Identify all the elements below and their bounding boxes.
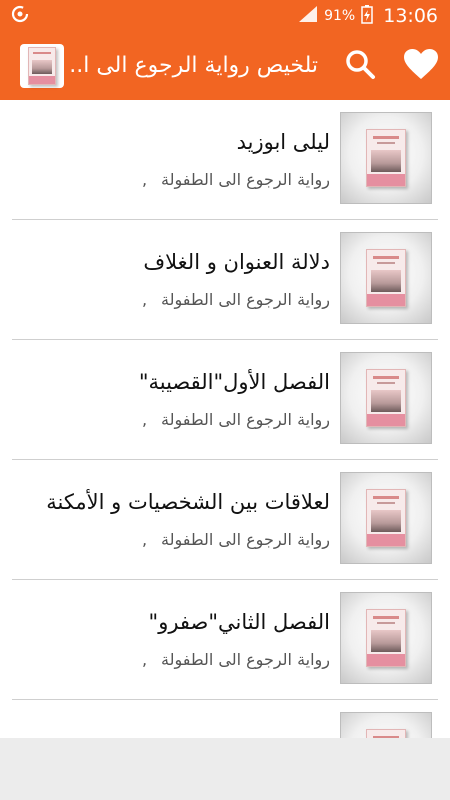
- favorites-button[interactable]: [400, 46, 442, 86]
- item-subtitle: رواية الرجوع الى الطفولة,: [10, 650, 330, 669]
- list-item[interactable]: [0, 700, 450, 738]
- signal-icon: [298, 5, 318, 27]
- list-item[interactable]: الفصل الأول"القصيبة" رواية الرجوع الى ال…: [0, 340, 450, 460]
- bottom-bar: [0, 738, 450, 800]
- sync-icon: [10, 4, 30, 28]
- list-item[interactable]: ليلى ابوزيد رواية الرجوع الى الطفولة,: [0, 100, 450, 220]
- list-item[interactable]: لعلاقات بين الشخصيات و الأمكنة رواية الر…: [0, 460, 450, 580]
- item-separator: ,: [141, 530, 148, 549]
- status-time: 13:06: [383, 5, 438, 27]
- item-subtitle: رواية الرجوع الى الطفولة,: [10, 530, 330, 549]
- heart-icon: [403, 48, 439, 84]
- item-separator: ,: [141, 170, 148, 189]
- item-title: ليلى ابوزيد: [236, 130, 330, 154]
- list-item[interactable]: دلالة العنوان و الغلاف رواية الرجوع الى …: [0, 220, 450, 340]
- book-thumbnail: [340, 232, 432, 324]
- book-thumbnail: [340, 592, 432, 684]
- app-title: تلخيص رواية الرجوع الى ا...: [70, 53, 318, 78]
- battery-charging-icon: [361, 4, 373, 28]
- status-bar: 91% 13:06: [0, 0, 450, 32]
- list-item[interactable]: الفصل الثاني"صفرو" رواية الرجوع الى الطف…: [0, 580, 450, 700]
- item-subtitle-text: رواية الرجوع الى الطفولة: [161, 530, 330, 549]
- item-title: الفصل الأول"القصيبة": [138, 370, 330, 394]
- search-icon: [344, 48, 376, 84]
- item-subtitle-text: رواية الرجوع الى الطفولة: [161, 290, 330, 309]
- status-left: [10, 4, 30, 28]
- item-separator: ,: [141, 290, 148, 309]
- item-subtitle: رواية الرجوع الى الطفولة,: [10, 170, 330, 189]
- book-thumbnail: [340, 112, 432, 204]
- item-subtitle-text: رواية الرجوع الى الطفولة: [161, 410, 330, 429]
- item-title: الفصل الثاني"صفرو": [148, 610, 330, 634]
- status-right: 91% 13:06: [298, 4, 438, 28]
- app-bar: تلخيص رواية الرجوع الى ا...: [0, 32, 450, 100]
- search-button[interactable]: [340, 46, 380, 86]
- item-separator: ,: [141, 410, 148, 429]
- item-subtitle: رواية الرجوع الى الطفولة,: [10, 410, 330, 429]
- item-separator: ,: [141, 650, 148, 669]
- item-subtitle-text: رواية الرجوع الى الطفولة: [161, 170, 330, 189]
- book-cover-icon[interactable]: [20, 44, 64, 88]
- item-title: لعلاقات بين الشخصيات و الأمكنة: [46, 490, 330, 514]
- item-title: دلالة العنوان و الغلاف: [143, 250, 330, 274]
- book-thumbnail: [340, 352, 432, 444]
- book-thumbnail: [340, 712, 432, 738]
- battery-percent: 91%: [324, 8, 356, 24]
- item-subtitle: رواية الرجوع الى الطفولة,: [10, 290, 330, 309]
- item-subtitle-text: رواية الرجوع الى الطفولة: [161, 650, 330, 669]
- book-thumbnail: [340, 472, 432, 564]
- chapter-list: ليلى ابوزيد رواية الرجوع الى الطفولة, دل…: [0, 100, 450, 738]
